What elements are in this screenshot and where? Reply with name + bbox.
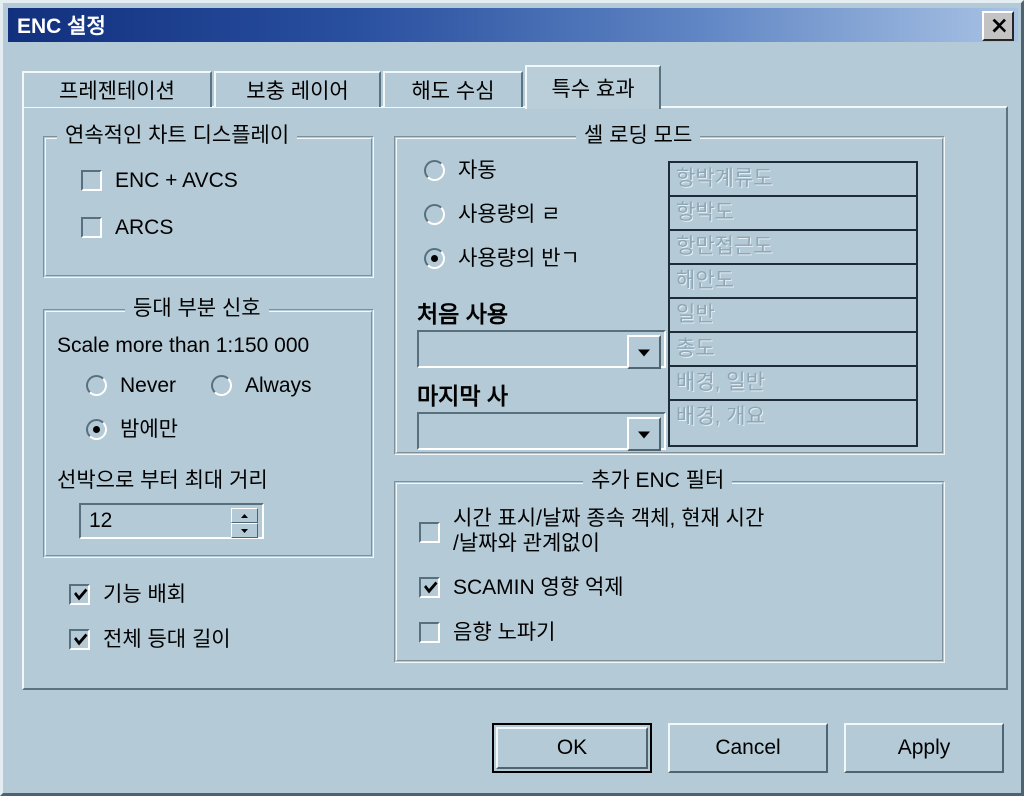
title-bar[interactable]: ENC 설정 [8, 8, 1018, 42]
radio-usage-half[interactable] [424, 248, 445, 269]
checkbox-arcs[interactable] [81, 217, 102, 238]
tab-label: 특수 효과 [551, 78, 635, 101]
chevron-down-icon[interactable] [627, 335, 661, 369]
radio-always[interactable] [211, 375, 232, 396]
checkbox-scamin-label: SCAMIN 영향 억제 [453, 576, 624, 599]
checkbox-full-light-length-row[interactable]: 전체 등대 길이 [69, 628, 231, 652]
tab-label: 해도 수심 [411, 80, 495, 103]
window-title: ENC 설정 [17, 15, 106, 38]
last-use-label: 마지막 사 [417, 383, 509, 409]
checkbox-arcs-label: ARCS [115, 216, 174, 239]
radio-usage-1-label: 사용량의 ㄹ [458, 203, 561, 226]
enc-settings-dialog: ENC 설정 프레젠테이션 보충 레이어 해도 수심 특수 효과 연속적인 차트… [0, 0, 1024, 796]
radio-always-row[interactable]: Always [211, 374, 312, 398]
usage-band-listbox[interactable]: 항박계류도 항박도 항만접근도 해안도 일반 총도 배경, 일반 배경, 개요 [668, 161, 918, 447]
checkbox-function-roaming[interactable] [69, 584, 90, 605]
check-icon [424, 581, 438, 594]
tab-presentation[interactable]: 프레젠테이션 [22, 71, 212, 107]
first-use-label: 처음 사용 [417, 301, 509, 327]
checkbox-enc-avcs-row[interactable]: ENC + AVCS [81, 169, 238, 193]
checkbox-enc-avcs[interactable] [81, 170, 102, 191]
checkbox-sound[interactable] [419, 622, 440, 643]
stepper-down-icon[interactable] [231, 523, 258, 538]
checkbox-scamin[interactable] [419, 577, 440, 598]
ok-button-label: OK [556, 736, 588, 759]
list-item[interactable]: 배경, 개요 [670, 401, 916, 435]
checkbox-arcs-row[interactable]: ARCS [81, 216, 174, 240]
radio-night-only[interactable] [86, 419, 107, 440]
checkbox-time-date-dependent[interactable] [419, 522, 440, 543]
radio-never-label: Never [120, 374, 177, 397]
radio-auto[interactable] [424, 160, 445, 181]
list-item[interactable]: 일반 [670, 299, 916, 333]
cancel-button[interactable]: Cancel [668, 723, 828, 773]
radio-never-row[interactable]: Never [86, 374, 177, 398]
list-item[interactable]: 항박계류도 [670, 163, 916, 197]
radio-always-label: Always [245, 374, 312, 397]
checkbox-enc-avcs-label: ENC + AVCS [115, 169, 238, 192]
check-icon [74, 588, 88, 601]
radio-never[interactable] [86, 375, 107, 396]
apply-button-label: Apply [897, 736, 951, 759]
first-use-combobox[interactable] [417, 330, 666, 369]
tab-supplementary-layer[interactable]: 보충 레이어 [214, 71, 381, 107]
tab-strip: 프레젠테이션 보충 레이어 해도 수심 특수 효과 [22, 65, 1008, 109]
continuous-chart-display-group: 연속적인 차트 디스플레이 ENC + AVCS ARCS [43, 125, 374, 278]
stepper-buttons[interactable] [231, 508, 258, 538]
last-use-combobox[interactable] [417, 412, 666, 451]
max-distance-stepper[interactable]: 12 [79, 503, 264, 539]
list-item[interactable]: 항만접근도 [670, 231, 916, 265]
ok-button[interactable]: OK [492, 723, 652, 773]
radio-usage-half-label: 사용량의 반ㄱ [458, 247, 580, 270]
radio-usage-1[interactable] [424, 204, 445, 225]
group-title: 연속적인 차트 디스플레이 [57, 125, 298, 147]
cell-loading-mode-group: 셀 로딩 모드 자동 사용량의 ㄹ 사용량의 반ㄱ 처음 사용 마지막 사 항박… [394, 125, 945, 455]
close-x-glyph [992, 18, 1006, 32]
checkbox-time-date-dependent-row[interactable]: 시간 표시/날짜 종속 객체, 현재 시간 /날짜와 관계없이 [419, 507, 765, 556]
radio-usage-1-row[interactable]: 사용량의 ㄹ [424, 203, 561, 227]
apply-button[interactable]: Apply [844, 723, 1004, 773]
list-item[interactable]: 총도 [670, 333, 916, 367]
checkbox-scamin-row[interactable]: SCAMIN 영향 억제 [419, 576, 624, 600]
chevron-down-icon[interactable] [627, 417, 661, 451]
max-distance-label: 선박으로 부터 최대 거리 [57, 469, 268, 492]
radio-night-only-label: 밤에만 [120, 418, 178, 441]
scale-threshold-label: Scale more than 1:150 000 [57, 334, 310, 357]
list-item[interactable]: 항박도 [670, 197, 916, 231]
radio-night-only-row[interactable]: 밤에만 [86, 418, 178, 442]
close-icon[interactable] [982, 11, 1014, 41]
enc-filter-group: 추가 ENC 필터 시간 표시/날짜 종속 객체, 현재 시간 /날짜와 관계없… [394, 470, 945, 663]
light-sector-group: 등대 부분 신호 Scale more than 1:150 000 Never… [43, 298, 374, 558]
stepper-up-icon[interactable] [231, 508, 258, 523]
group-title: 등대 부분 신호 [125, 298, 269, 320]
group-frame [43, 136, 374, 278]
group-title: 셀 로딩 모드 [576, 125, 701, 147]
group-title: 추가 ENC 필터 [583, 470, 733, 492]
checkbox-sound-label: 음향 노파기 [453, 621, 556, 644]
tab-label: 프레젠테이션 [59, 80, 175, 103]
radio-auto-label: 자동 [458, 159, 497, 182]
tab-label: 보충 레이어 [246, 80, 349, 103]
tab-chart-depth[interactable]: 해도 수심 [383, 71, 523, 107]
radio-usage-half-row[interactable]: 사용량의 반ㄱ [424, 247, 580, 271]
checkbox-sound-row[interactable]: 음향 노파기 [419, 621, 556, 645]
checkbox-time-date-dependent-label: 시간 표시/날짜 종속 객체, 현재 시간 /날짜와 관계없이 [453, 507, 765, 555]
list-item[interactable]: 해안도 [670, 265, 916, 299]
cancel-button-label: Cancel [715, 736, 781, 759]
list-item[interactable]: 배경, 일반 [670, 367, 916, 401]
radio-auto-row[interactable]: 자동 [424, 159, 497, 183]
checkbox-full-light-length[interactable] [69, 629, 90, 650]
checkbox-full-light-length-label: 전체 등대 길이 [103, 628, 231, 651]
checkbox-function-roaming-row[interactable]: 기능 배회 [69, 583, 187, 607]
checkbox-function-roaming-label: 기능 배회 [103, 583, 187, 606]
check-icon [74, 633, 88, 646]
tab-special-effects[interactable]: 특수 효과 [525, 65, 661, 109]
